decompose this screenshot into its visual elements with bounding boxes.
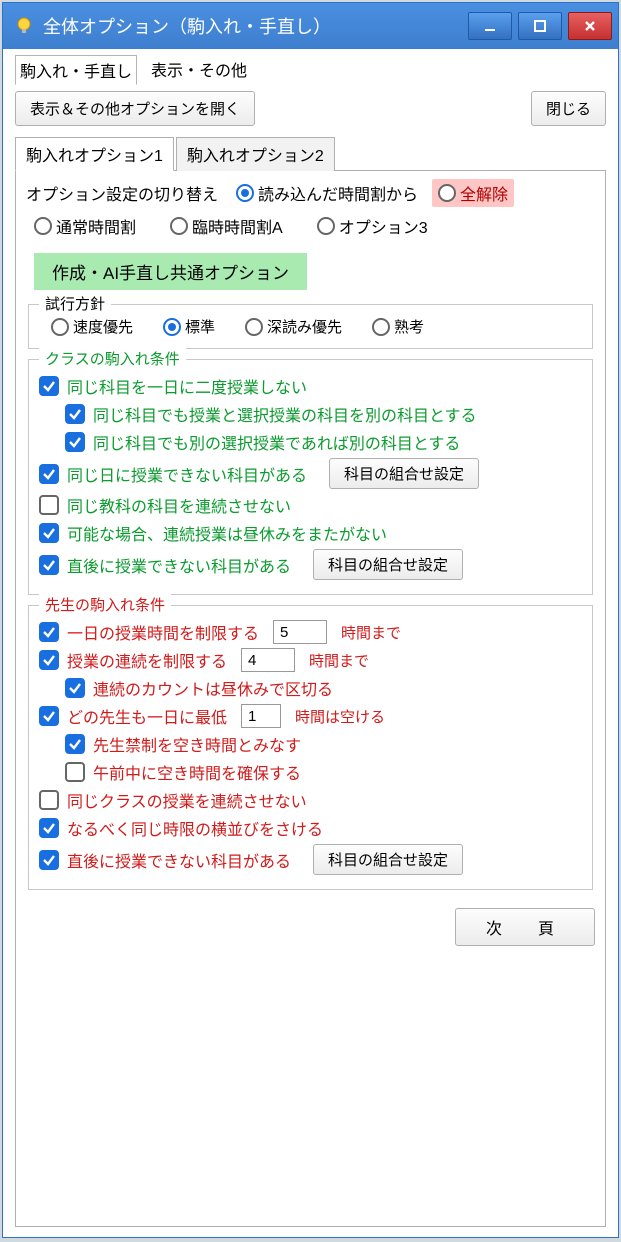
chk-no-after-subject[interactable] [39, 555, 59, 575]
titlebar: 全体オプション（駒入れ・手直し） [3, 3, 618, 49]
chk-no-after-subject-teacher[interactable] [39, 850, 59, 870]
chk-no-span-lunch[interactable] [39, 523, 59, 543]
tab-display-other[interactable]: 表示・その他 [147, 55, 251, 85]
chk-limit-consecutive[interactable] [39, 650, 59, 670]
maximize-button[interactable] [518, 12, 562, 40]
chk-same-day-forbidden[interactable] [39, 464, 59, 484]
radio-from-loaded[interactable]: 読み込んだ時間割から [234, 180, 420, 206]
input-min-free[interactable] [241, 704, 281, 728]
radio-clear-all[interactable]: 全解除 [432, 179, 514, 207]
radio-temp-a[interactable]: 臨時時間割A [168, 213, 285, 239]
chk-ban-as-free[interactable] [65, 734, 85, 754]
tab-komaire[interactable]: 駒入れ・手直し [15, 55, 137, 85]
chk-no-same-class-consec[interactable] [39, 790, 59, 810]
policy-group: 試行方針 速度優先 標準 深読み優先 熟考 [28, 304, 593, 349]
policy-legend: 試行方針 [39, 293, 111, 314]
radio-deep[interactable]: 深読み優先 [243, 315, 344, 338]
teacher-legend: 先生の駒入れ条件 [39, 594, 171, 615]
lightbulb-icon [13, 15, 35, 37]
radio-think[interactable]: 熟考 [370, 315, 426, 338]
radio-option3[interactable]: オプション3 [315, 213, 430, 239]
minimize-button[interactable] [468, 12, 512, 40]
close-window-button[interactable] [568, 12, 612, 40]
open-display-options-button[interactable]: 表示＆その他オプションを開く [15, 91, 255, 126]
class-legend: クラスの駒入れ条件 [39, 348, 186, 369]
switch-title: オプション設定の切り替え [26, 181, 218, 205]
inner-tabstrip: 駒入れオプション1 駒入れオプション2 [15, 136, 606, 171]
chk-avoid-same-period[interactable] [39, 818, 59, 838]
chk-elective-different[interactable] [65, 404, 85, 424]
subject-combo-button-3[interactable]: 科目の組合せ設定 [313, 844, 463, 875]
chk-min-free[interactable] [39, 706, 59, 726]
radio-standard[interactable]: 標準 [161, 315, 217, 338]
radio-normal[interactable]: 通常時間割 [32, 213, 138, 239]
next-page-button[interactable]: 次 頁 [455, 908, 595, 946]
chk-same-subject-twice[interactable] [39, 376, 59, 396]
subject-combo-button-2[interactable]: 科目の組合せ設定 [313, 549, 463, 580]
input-max-hours[interactable] [273, 620, 327, 644]
chk-lunch-resets-count[interactable] [65, 678, 85, 698]
chk-free-in-morning[interactable] [65, 762, 85, 782]
tab-option2[interactable]: 駒入れオプション2 [176, 137, 335, 171]
class-conditions-group: クラスの駒入れ条件 同じ科目を一日に二度授業しない 同じ科目でも授業と選択授業の… [28, 359, 593, 595]
chk-no-consecutive-same-area[interactable] [39, 495, 59, 515]
subject-combo-button-1[interactable]: 科目の組合せ設定 [329, 458, 479, 489]
chk-limit-hours[interactable] [39, 622, 59, 642]
chk-diff-elective-diff-subject[interactable] [65, 432, 85, 452]
radio-speed[interactable]: 速度優先 [49, 315, 135, 338]
close-button[interactable]: 閉じる [531, 91, 606, 126]
tab-option1[interactable]: 駒入れオプション1 [15, 137, 174, 171]
top-tabs: 駒入れ・手直し 表示・その他 [15, 55, 606, 85]
teacher-conditions-group: 先生の駒入れ条件 一日の授業時間を制限する 時間まで 授業の連続を制限する 時間… [28, 605, 593, 890]
input-max-consecutive[interactable] [241, 648, 295, 672]
common-options-header: 作成・AI手直し共通オプション [34, 253, 307, 290]
window-title: 全体オプション（駒入れ・手直し） [43, 13, 468, 39]
